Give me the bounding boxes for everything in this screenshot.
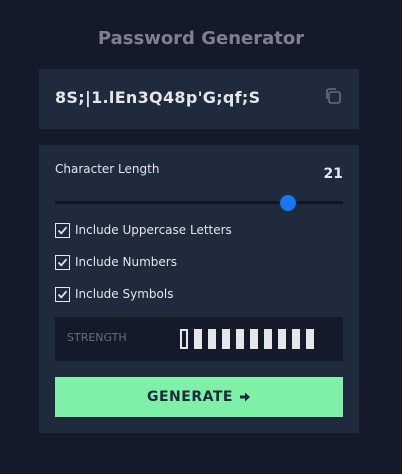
strength-bar: [264, 329, 272, 349]
password-text: 8S;|1.lEn3Q48p'G;qf;S: [55, 88, 261, 107]
generate-label: GENERATE: [147, 389, 233, 405]
length-slider[interactable]: [55, 195, 343, 211]
arrow-right-icon: [239, 391, 251, 403]
length-label: Character Length: [55, 162, 160, 176]
strength-bar: [222, 329, 230, 349]
strength-label: STRENGTH: [67, 331, 127, 344]
strength-bar: [194, 329, 202, 349]
strength-bar: [278, 329, 286, 349]
strength-bars: [180, 329, 320, 349]
uppercase-checkbox[interactable]: [55, 222, 70, 238]
checkmark-icon: [57, 258, 68, 267]
strength-bar: [180, 329, 188, 349]
numbers-checkbox[interactable]: [55, 254, 70, 270]
symbols-label: Include Symbols: [75, 287, 174, 301]
strength-bar: [306, 329, 314, 349]
strength-meter: STRENGTH: [55, 317, 343, 361]
page-title: Password Generator: [97, 28, 305, 49]
uppercase-label: Include Uppercase Letters: [75, 223, 232, 237]
option-symbols[interactable]: Include Symbols: [55, 286, 173, 302]
copy-icon[interactable]: [323, 86, 343, 106]
symbols-checkbox[interactable]: [55, 286, 70, 302]
checkmark-icon: [57, 226, 68, 235]
slider-thumb[interactable]: [279, 195, 296, 211]
strength-bar: [250, 329, 258, 349]
numbers-label: Include Numbers: [75, 255, 177, 269]
settings-panel: Character Length 21 Include Uppercase Le…: [39, 145, 359, 433]
strength-bar: [292, 329, 300, 349]
checkmark-icon: [57, 290, 68, 299]
length-value: 21: [323, 166, 343, 182]
password-display: 8S;|1.lEn3Q48p'G;qf;S: [39, 69, 359, 129]
option-uppercase[interactable]: Include Uppercase Letters: [55, 222, 232, 238]
strength-bar: [236, 329, 244, 349]
generate-button[interactable]: GENERATE: [55, 377, 343, 417]
option-numbers[interactable]: Include Numbers: [55, 254, 177, 270]
slider-track[interactable]: [55, 201, 343, 204]
strength-bar: [208, 329, 216, 349]
